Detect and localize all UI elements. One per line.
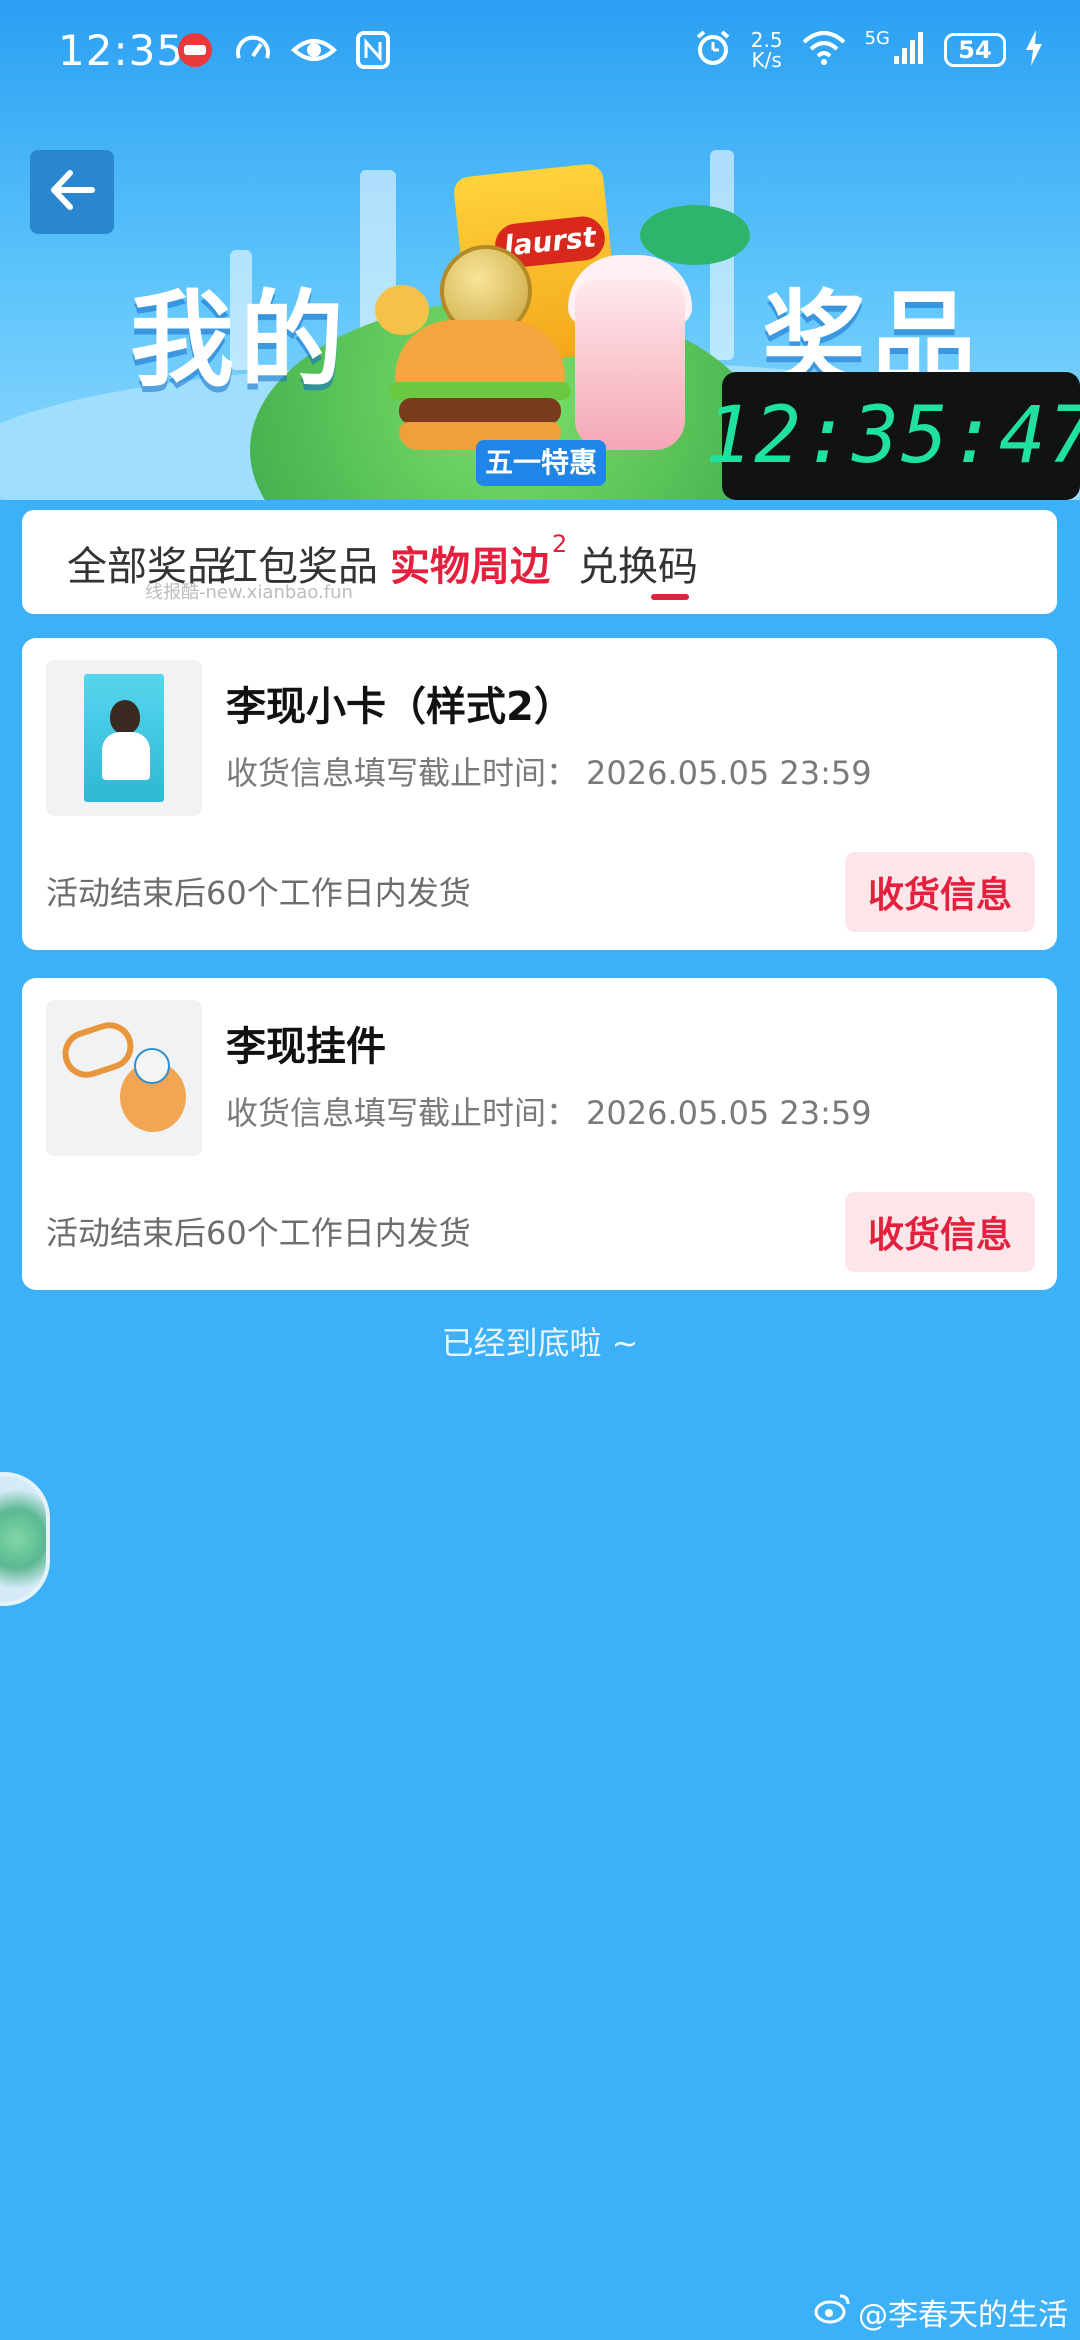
alarm-clock-icon: [693, 28, 733, 72]
charging-bolt-icon: [1024, 28, 1044, 72]
tab-label: 兑换码: [578, 544, 698, 590]
prize-thumbnail: [46, 660, 202, 816]
app-badge-icon: [175, 30, 215, 74]
deadline-label: 收货信息填写截止时间：: [226, 1094, 579, 1132]
deadline-label: 收货信息填写截止时间：: [226, 754, 579, 792]
prize-deadline: 收货信息填写截止时间： 2026.05.05 23:59: [226, 748, 872, 794]
watermark-text: 线报酷-new.xianbao.fun: [145, 582, 353, 603]
tab-redeem-codes[interactable]: 兑换码: [578, 534, 698, 592]
network-speed-unit: K/s: [751, 48, 782, 72]
nfc-icon: [355, 30, 391, 74]
deadline-value: 2026.05.05 23:59: [586, 1094, 872, 1132]
weibo-icon: [814, 2292, 852, 2332]
tab-label: 实物周边: [390, 544, 550, 590]
battery-indicator: 54: [944, 33, 1006, 67]
banner-title-left: 我的: [130, 279, 351, 401]
status-right-icons: 2.5 K/s 5G 54: [693, 28, 1044, 72]
status-bar: 12:35 2.5 K/s 5G 54: [0, 0, 1080, 110]
keychain-face-image: [134, 1048, 170, 1084]
shipping-note: 活动结束后60个工作日内发货: [46, 1214, 471, 1252]
deadline-value: 2026.05.05 23:59: [586, 754, 872, 792]
promo-tag: 五一特惠: [476, 440, 606, 486]
cell-signal: 5G: [865, 28, 926, 72]
floating-assistant-ball[interactable]: [0, 1472, 50, 1606]
status-left-icons: [175, 30, 391, 74]
back-button[interactable]: [30, 150, 114, 234]
burger-illustration: [389, 320, 571, 450]
eye-icon: [291, 30, 337, 74]
photo-card-image: [84, 674, 164, 802]
prize-thumbnail: [46, 1000, 202, 1156]
cell-signal-icon: [892, 28, 926, 72]
network-speed: 2.5 K/s: [751, 30, 783, 70]
shipping-note: 活动结束后60个工作日内发货: [46, 874, 471, 912]
tab-count-badge: 2: [552, 530, 568, 558]
shipping-info-button[interactable]: 收货信息: [845, 1192, 1035, 1272]
prize-card: 李现小卡（样式2） 收货信息填写截止时间： 2026.05.05 23:59 活动…: [22, 638, 1057, 950]
network-speed-value: 2.5: [750, 28, 783, 52]
tab-physical-merch[interactable]: 实物周边2: [390, 530, 567, 592]
prize-deadline: 收货信息填写截止时间： 2026.05.05 23:59: [226, 1088, 872, 1134]
speedometer-icon: [233, 30, 273, 74]
end-of-list-text: 已经到底啦 ~: [441, 1324, 639, 1362]
status-time: 12:35: [58, 26, 185, 75]
shipping-info-button[interactable]: 收货信息: [845, 852, 1035, 932]
battery-level: 54: [958, 36, 992, 64]
network-type-label: 5G: [864, 28, 890, 49]
wifi-icon: [801, 28, 847, 72]
palm-tree-icon: [640, 205, 750, 265]
prize-title: 李现小卡（样式2）: [226, 684, 574, 730]
floating-clock[interactable]: 12:35:47: [705, 372, 1080, 500]
drink-cup-illustration: [575, 280, 685, 450]
footer-watermark: @李春天的生活: [814, 2290, 1068, 2334]
footer-watermark-text: @李春天的生活: [858, 2298, 1068, 2333]
arrow-left-icon: [44, 162, 100, 222]
prize-card: 李现挂件 收货信息填写截止时间： 2026.05.05 23:59 活动结束后60…: [22, 978, 1057, 1290]
active-tab-indicator: [651, 594, 689, 600]
prize-title: 李现挂件: [226, 1024, 386, 1070]
